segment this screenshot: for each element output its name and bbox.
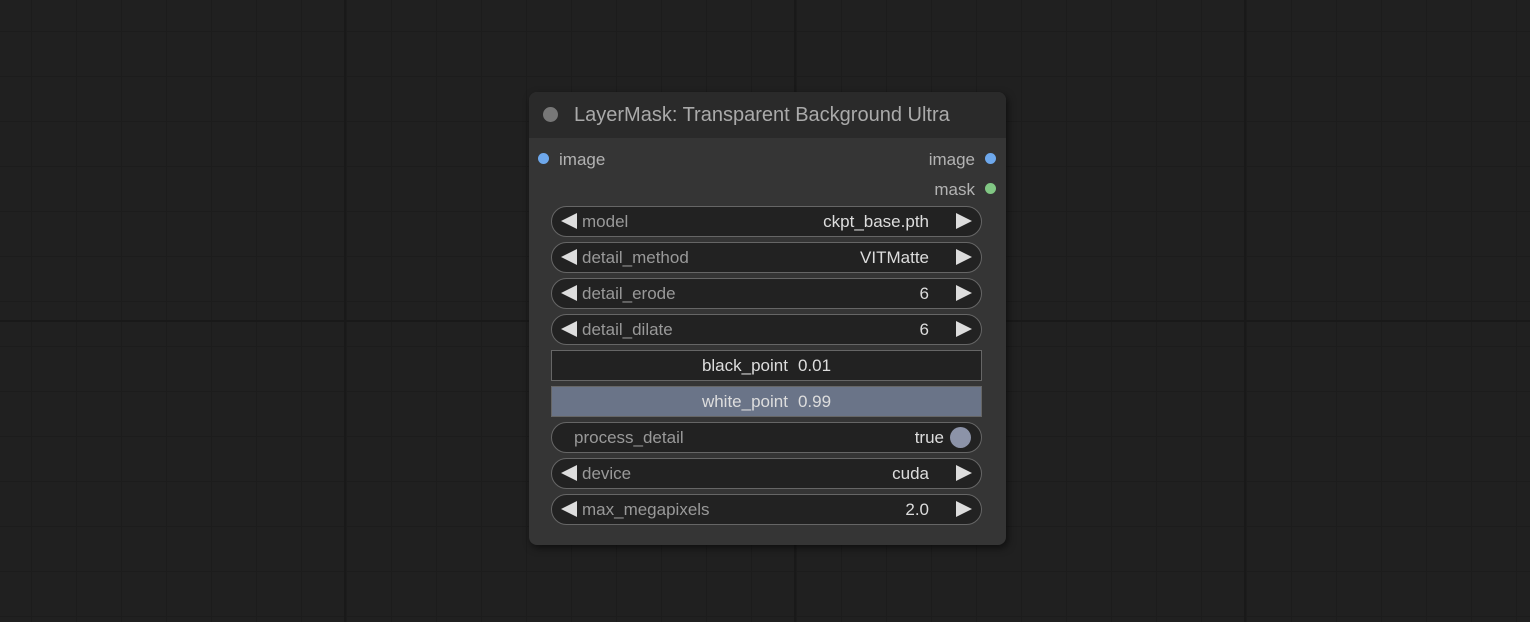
arrow-left-icon[interactable] <box>561 213 577 229</box>
model-combo[interactable]: model ckpt_base.pth <box>551 206 982 237</box>
device-combo[interactable]: device cuda <box>551 458 982 489</box>
node-title-bar[interactable]: LayerMask: Transparent Background Ultra <box>529 92 1006 138</box>
arrow-right-icon[interactable] <box>956 465 972 481</box>
max-megapixels-value: 2.0 <box>905 500 929 519</box>
device-label: device <box>582 464 632 483</box>
model-value: ckpt_base.pth <box>823 212 929 231</box>
output-image-dot-icon[interactable] <box>985 153 996 164</box>
input-image-dot-icon[interactable] <box>538 153 549 164</box>
detail-dilate-label: detail_dilate <box>582 320 673 339</box>
detail-erode-number[interactable]: detail_erode 6 <box>551 278 982 309</box>
arrow-right-icon[interactable] <box>956 285 972 301</box>
arrow-right-icon[interactable] <box>956 501 972 517</box>
arrow-right-icon[interactable] <box>956 213 972 229</box>
arrow-left-icon[interactable] <box>561 285 577 301</box>
process-detail-toggle[interactable]: process_detail true <box>551 422 982 453</box>
detail-method-value: VITMatte <box>860 248 929 267</box>
arrow-left-icon[interactable] <box>561 465 577 481</box>
detail-erode-value: 6 <box>919 284 929 303</box>
process-detail-value: true <box>914 428 944 447</box>
device-value: cuda <box>892 464 929 483</box>
max-megapixels-number[interactable]: max_megapixels 2.0 <box>551 494 982 525</box>
output-mask-dot-icon[interactable] <box>985 183 996 194</box>
input-image-label: image <box>559 150 606 169</box>
arrow-right-icon[interactable] <box>956 321 972 337</box>
node-title: LayerMask: Transparent Background Ultra <box>574 104 950 126</box>
detail-dilate-value: 6 <box>919 320 929 339</box>
layermask-node[interactable]: LayerMask: Transparent Background Ultra … <box>529 92 1006 545</box>
toggle-knob-icon[interactable] <box>950 427 971 448</box>
arrow-left-icon[interactable] <box>561 249 577 265</box>
output-mask-label: mask <box>934 180 975 199</box>
black-point-slider[interactable]: black_point 0.01 <box>551 350 982 381</box>
arrow-right-icon[interactable] <box>956 249 972 265</box>
black-point-value: 0.01 <box>797 356 832 375</box>
white-point-label: white_point <box>701 392 788 411</box>
arrow-left-icon[interactable] <box>561 501 577 517</box>
arrow-left-icon[interactable] <box>561 321 577 337</box>
model-label: model <box>582 212 629 231</box>
white-point-value: 0.99 <box>797 392 832 411</box>
max-megapixels-label: max_megapixels <box>582 500 710 519</box>
process-detail-label: process_detail <box>574 428 684 447</box>
detail-dilate-number[interactable]: detail_dilate 6 <box>551 314 982 345</box>
black-point-label: black_point <box>701 356 788 375</box>
detail-method-combo[interactable]: detail_method VITMatte <box>551 242 982 273</box>
detail-method-label: detail_method <box>582 248 689 267</box>
detail-erode-label: detail_erode <box>582 284 676 303</box>
white-point-slider[interactable]: white_point 0.99 <box>551 386 982 417</box>
collapse-dot-icon[interactable] <box>543 107 558 122</box>
output-image-label: image <box>928 150 975 169</box>
